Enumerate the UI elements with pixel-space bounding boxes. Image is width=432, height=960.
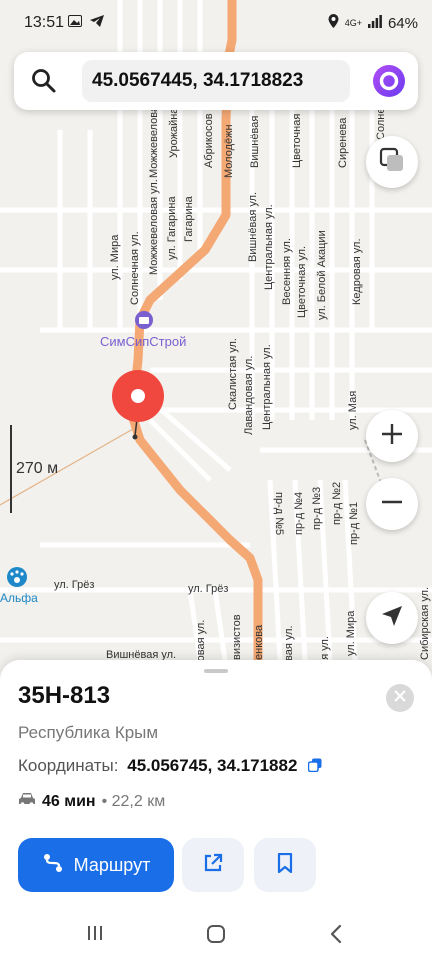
street-label: Гагарина <box>183 195 195 242</box>
street-label: ул. Грёз <box>54 579 94 591</box>
alice-voice-assistant-icon[interactable] <box>372 64 406 98</box>
copy-icon[interactable] <box>307 757 322 777</box>
telegram-icon <box>89 14 104 30</box>
street-label: Лавандовая ул. <box>243 356 255 435</box>
route-button[interactable]: Маршрут <box>18 838 174 892</box>
network-type: 4G+ <box>344 17 362 28</box>
street-label: Цветочная ул. <box>296 246 308 318</box>
street-label: Можжевеловая ул. <box>148 179 160 275</box>
layers-button[interactable] <box>366 136 418 188</box>
street-label: Вишнёвая <box>249 116 261 168</box>
location-icon <box>328 14 339 32</box>
close-button[interactable] <box>386 684 414 712</box>
home-icon[interactable] <box>206 924 226 949</box>
street-label: Цветочная <box>291 114 303 168</box>
status-bar: 13:51 4G+ 64% <box>0 0 432 48</box>
status-notification-icons <box>68 14 104 30</box>
recent-apps-icon[interactable] <box>86 924 104 947</box>
search-icon[interactable] <box>30 67 58 95</box>
zoom-out-button[interactable] <box>366 478 418 530</box>
street-label: Солнечная ул. <box>129 231 141 305</box>
street-label: пр-д №4 <box>293 492 305 535</box>
street-label: ул. Гагарина <box>166 196 178 260</box>
street-label: Скалистая ул. <box>227 338 239 410</box>
street-label: визистов <box>231 614 243 660</box>
street-label: пр-д №1 <box>348 502 360 545</box>
navigation-arrow-icon <box>380 604 404 633</box>
street-label: Сиренева <box>337 117 349 168</box>
coordinates-value[interactable]: 45.056745, 34.171882 <box>127 756 297 775</box>
route-icon <box>42 852 64 879</box>
car-icon <box>18 792 36 811</box>
street-label: Сибирская ул. <box>419 587 431 660</box>
bookmark-button[interactable] <box>254 838 316 892</box>
street-label: ул. Мира <box>109 234 121 280</box>
screen: Можжевеловая ул. Урожайная Абрикосов Мол… <box>0 0 432 960</box>
coordinates-row: Координаты: 45.056745, 34.171882 <box>18 756 322 777</box>
street-label: ул. Грёз <box>188 583 228 595</box>
street-label: Молодёжн <box>223 124 235 178</box>
system-navigation-bar <box>0 906 432 960</box>
layers-icon <box>379 147 405 178</box>
street-label: Абрикосов <box>203 113 215 168</box>
my-location-button[interactable] <box>366 592 418 644</box>
close-icon <box>394 689 406 707</box>
share-button[interactable] <box>182 838 244 892</box>
search-bar[interactable]: 45.0567445, 34.1718823 <box>14 52 418 110</box>
street-label: ул. Мая <box>347 391 359 430</box>
map-scale-label: 270 м <box>16 460 59 477</box>
travel-time: 46 мин <box>42 792 96 810</box>
poi-store-label: СимСипСтрой <box>100 334 186 349</box>
street-label: ул. Белой Акации <box>316 230 328 320</box>
status-right: 4G+ 64% <box>328 14 418 32</box>
street-label: Кедровая ул. <box>351 238 363 305</box>
plus-icon <box>381 423 403 450</box>
status-time: 13:51 <box>24 14 65 31</box>
street-label: Вишнёвая ул. <box>247 192 259 262</box>
street-label: Урожайная <box>168 102 180 158</box>
back-icon[interactable] <box>328 924 344 949</box>
travel-info: 46 мин • 22,2 км <box>18 792 165 811</box>
signal-icon <box>367 14 382 32</box>
poi-vet-label: Альфа <box>0 591 38 605</box>
place-title: 35Н-813 <box>18 682 111 709</box>
search-input[interactable]: 45.0567445, 34.1718823 <box>82 60 350 102</box>
sheet-grabber[interactable] <box>204 669 228 673</box>
zoom-in-button[interactable] <box>366 410 418 462</box>
coordinates-label: Координаты: <box>18 756 119 775</box>
map-scale-bar <box>10 425 12 513</box>
battery-level: 64% <box>387 14 418 32</box>
place-region: Республика Крым <box>18 723 159 742</box>
minus-icon <box>381 491 403 518</box>
route-button-label: Маршрут <box>73 854 151 875</box>
bookmark-icon <box>277 852 293 878</box>
share-icon <box>203 853 223 878</box>
street-label: Центральная ул. <box>263 204 275 290</box>
street-label: пр-д №2 <box>331 482 343 525</box>
street-label: Весенняя ул. <box>281 238 293 305</box>
street-label: енкова <box>253 624 265 660</box>
street-label: пр-д №3 <box>311 487 323 530</box>
travel-distance: • 22,2 км <box>101 792 166 810</box>
street-label: ул. Мира <box>345 610 357 656</box>
street-label: пр-д №5 <box>273 492 285 535</box>
gallery-icon <box>68 14 90 30</box>
street-label: Центральная ул. <box>261 344 273 430</box>
